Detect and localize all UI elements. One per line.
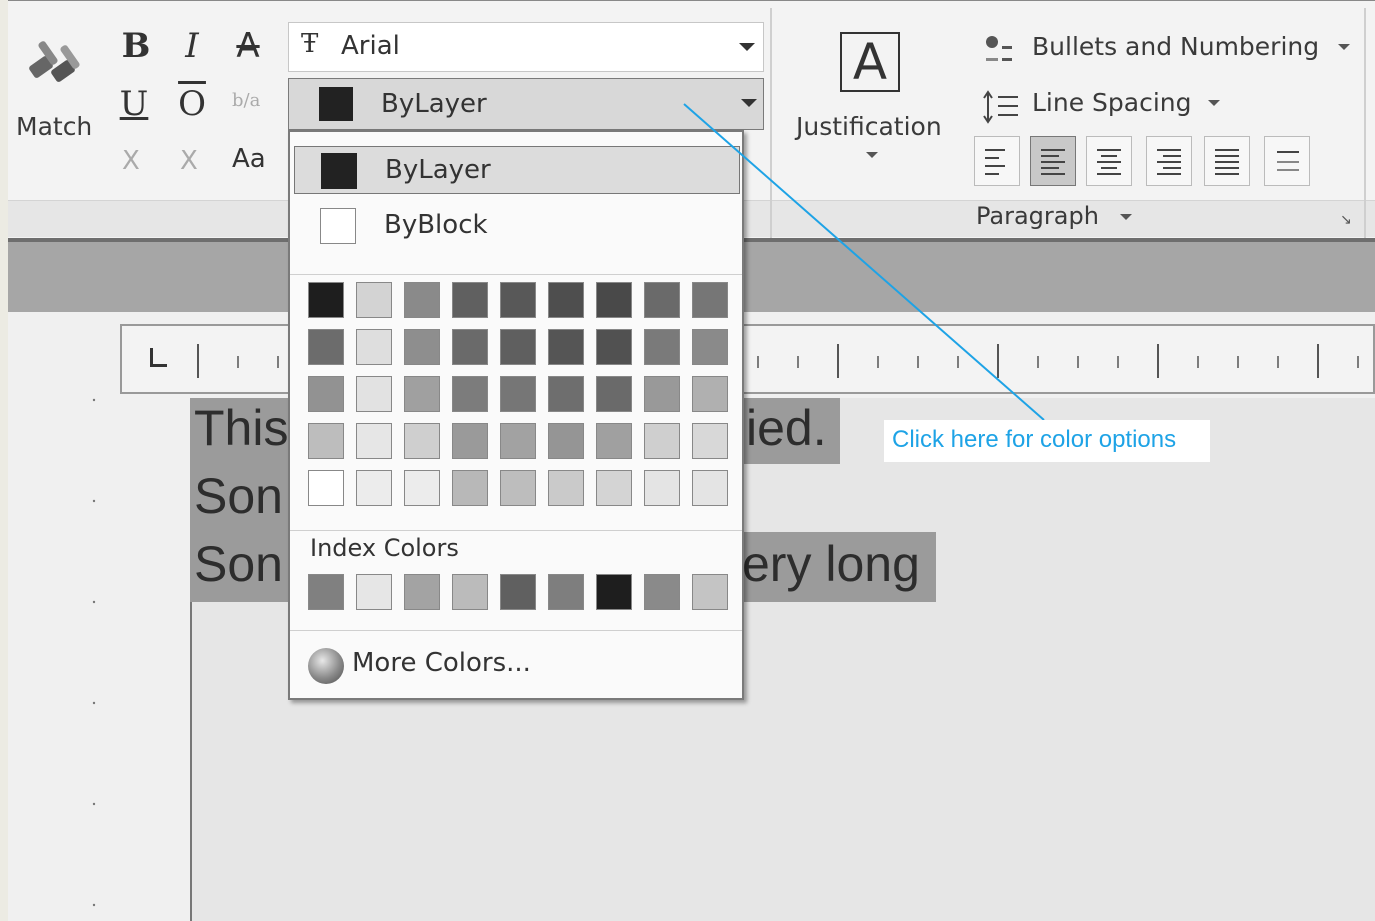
callout-text: Click here for color options [892, 426, 1177, 453]
callout-box: Click here for color options [884, 420, 1210, 462]
